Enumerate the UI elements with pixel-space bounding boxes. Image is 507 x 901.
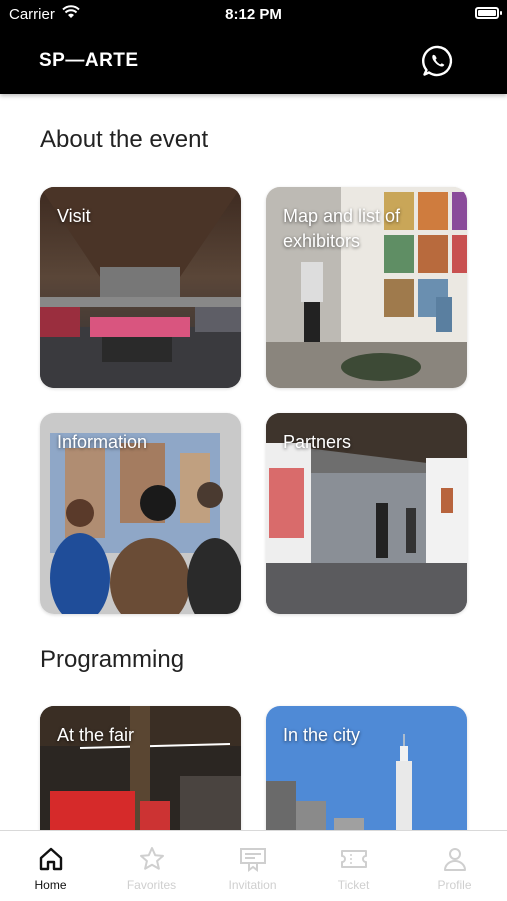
tab-label: Invitation (228, 878, 277, 892)
status-time: 8:12 PM (225, 6, 282, 23)
card-label: Partners (283, 432, 352, 452)
tab-invitation[interactable]: Invitation (202, 831, 303, 901)
card-partners[interactable]: Partners (266, 413, 467, 614)
tab-label: Favorites (126, 878, 177, 892)
card-label: Information (57, 432, 148, 452)
tab-label: Ticket (337, 878, 370, 892)
tab-favorites[interactable]: Favorites (101, 831, 202, 901)
battery-icon (475, 7, 502, 19)
profile-icon (443, 848, 466, 871)
card-label: Map and list of exhibitors (283, 206, 401, 251)
card-information[interactable]: Information (40, 413, 241, 614)
card-label: At the fair (57, 725, 135, 745)
whatsapp-icon[interactable] (421, 44, 455, 78)
home-icon (39, 847, 62, 871)
card-in-the-city[interactable]: In the city (266, 706, 467, 832)
section-title-about: About the event (40, 126, 209, 153)
card-at-the-fair[interactable]: At the fair (40, 706, 241, 832)
card-label: In the city (283, 725, 361, 745)
tab-profile[interactable]: Profile (404, 831, 505, 901)
status-bar: Carrier 8:12 PM (0, 0, 507, 30)
tab-label: Home (34, 878, 67, 892)
invitation-icon (239, 848, 266, 872)
tab-home[interactable]: Home (0, 831, 101, 901)
sp-arte-logo: SP—ARTE (39, 50, 139, 71)
ticket-icon (340, 850, 367, 868)
star-icon (139, 847, 164, 870)
card-label: Visit (57, 206, 91, 226)
section-title-programming: Programming (40, 646, 185, 673)
tab-label: Profile (437, 878, 472, 892)
card-visit[interactable]: Visit (40, 187, 241, 388)
app-header: SP—ARTE (0, 30, 507, 94)
tab-bar: Home Favorites Invitation Ticket Profile (0, 830, 507, 901)
tab-ticket[interactable]: Ticket (303, 831, 404, 901)
card-map-exhibitors[interactable]: Map and list of exhibitors (266, 187, 467, 388)
